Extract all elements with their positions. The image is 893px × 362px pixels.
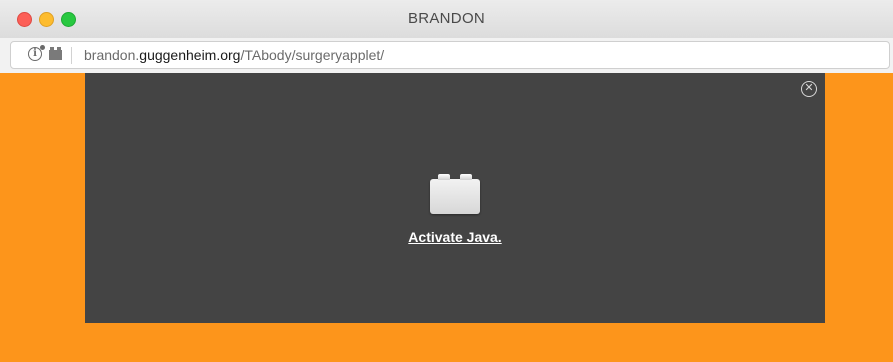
info-badge-dot — [40, 45, 45, 50]
address-divider — [71, 47, 72, 64]
java-applet-placeholder: ✕ Activate Java. — [85, 73, 825, 323]
close-icon[interactable]: ✕ — [801, 81, 817, 97]
url-domain: guggenheim.org — [139, 47, 241, 63]
browser-window: BRANDON i brandon.guggenheim.org/TAbody/… — [0, 0, 893, 362]
title-bar: BRANDON — [0, 0, 893, 38]
url-text[interactable]: brandon.guggenheim.org/TAbody/surgeryapp… — [84, 47, 384, 63]
brick-stud — [460, 174, 472, 180]
brick-stud — [438, 174, 450, 180]
java-plugin-icon — [430, 174, 480, 214]
address-bar[interactable]: i brandon.guggenheim.org/TAbody/surgerya… — [10, 41, 890, 69]
info-icon[interactable]: i — [28, 45, 45, 61]
activate-java-link[interactable]: Activate Java. — [85, 229, 825, 245]
url-prefix: brandon. — [84, 47, 140, 63]
plugin-icon[interactable] — [49, 47, 62, 60]
page-content: ✕ Activate Java. — [0, 73, 893, 362]
window-title: BRANDON — [407, 10, 486, 27]
url-path: /TAbody/surgeryapplet/ — [240, 47, 385, 63]
